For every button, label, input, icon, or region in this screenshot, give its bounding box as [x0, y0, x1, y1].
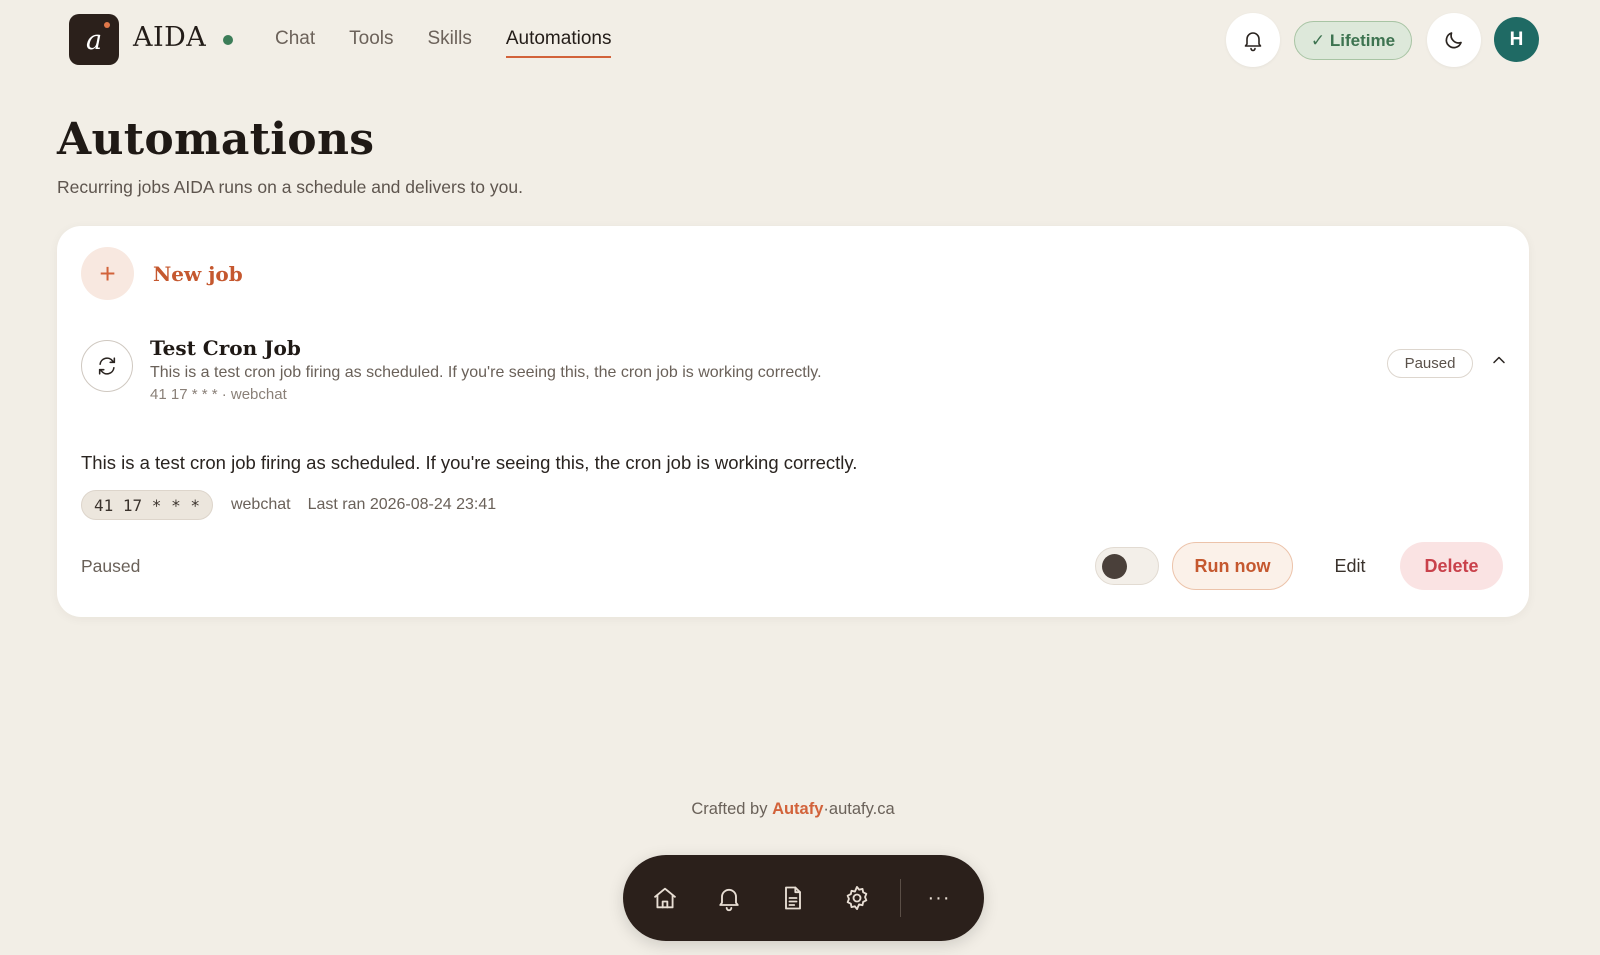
bell-icon: [1244, 32, 1262, 52]
dock-notifications-button[interactable]: [713, 882, 745, 914]
moon-icon: [1445, 32, 1462, 49]
automations-card: + New job Test Cron Job This is a test c…: [57, 226, 1529, 617]
dock-home-button[interactable]: [649, 882, 681, 914]
job-title: Test Cron Job: [150, 336, 301, 360]
nav-item-tools[interactable]: Tools: [349, 28, 393, 58]
notifications-button[interactable]: [1226, 13, 1280, 67]
delete-button[interactable]: Delete: [1400, 542, 1503, 590]
logo-accent-dot: [104, 22, 110, 28]
dock-documents-button[interactable]: [777, 882, 809, 914]
job-detail-meta: 41 17 * * * webchat Last ran 2026-08-24 …: [81, 490, 496, 520]
nav-item-automations[interactable]: Automations: [505, 28, 611, 58]
main-nav: Chat Tools Skills Automations: [275, 28, 645, 58]
toggle-knob: [1102, 554, 1127, 579]
footer-brand-link[interactable]: Autafy: [772, 800, 823, 818]
refresh-icon: [98, 357, 116, 375]
job-schedule-meta: 41 17 * * * · webchat: [150, 386, 287, 403]
more-icon: ···: [927, 886, 951, 909]
delivery-channel: webchat: [230, 496, 291, 513]
footer-credit: Crafted by Autafy·autafy.ca: [0, 800, 1586, 819]
dock-divider: [900, 879, 901, 917]
bottom-dock: ···: [623, 855, 984, 941]
cron-expression-chip: 41 17 * * *: [81, 490, 213, 520]
new-job-label: New job: [153, 261, 243, 286]
status-badge: Paused: [1387, 349, 1473, 378]
last-ran-timestamp: Last ran 2026-08-24 23:41: [307, 496, 497, 513]
job-detail-message: This is a test cron job firing as schedu…: [81, 452, 858, 473]
bell-icon: [719, 888, 739, 912]
edit-button[interactable]: Edit: [1309, 542, 1391, 590]
job-icon-circle: [81, 340, 133, 392]
new-job-button[interactable]: + New job: [81, 247, 243, 300]
logo-letter: a: [85, 25, 103, 56]
footer-crafted-by: Crafted by: [691, 800, 768, 818]
home-icon: [654, 887, 676, 909]
app-name: AIDA: [133, 22, 207, 53]
plus-icon: +: [81, 247, 134, 300]
dock-settings-button[interactable]: [841, 882, 873, 914]
job-description: This is a test cron job firing as schedu…: [150, 364, 822, 381]
nav-item-skills[interactable]: Skills: [428, 28, 472, 58]
document-icon: [785, 886, 801, 910]
page-title: Automations: [57, 114, 375, 165]
theme-toggle-button[interactable]: [1427, 13, 1481, 67]
job-header-row[interactable]: Test Cron Job This is a test cron job fi…: [81, 336, 1505, 406]
gear-icon: [846, 885, 868, 911]
user-avatar[interactable]: H: [1494, 17, 1539, 62]
job-status-text: Paused: [81, 556, 141, 576]
top-bar: a AIDA Chat Tools Skills Automations ✓ L…: [0, 0, 1600, 80]
nav-item-chat[interactable]: Chat: [275, 28, 315, 58]
lifetime-plan-badge[interactable]: ✓ Lifetime: [1294, 21, 1412, 60]
job-enabled-toggle[interactable]: [1095, 547, 1159, 585]
online-status-dot: [223, 35, 233, 45]
app-logo[interactable]: a: [69, 14, 119, 65]
footer-site-link[interactable]: autafy.ca: [829, 800, 895, 818]
chevron-up-icon[interactable]: [1489, 350, 1509, 370]
dock-more-button[interactable]: ···: [923, 882, 955, 914]
run-now-button[interactable]: Run now: [1172, 542, 1293, 590]
page-subtitle: Recurring jobs AIDA runs on a schedule a…: [57, 177, 523, 197]
